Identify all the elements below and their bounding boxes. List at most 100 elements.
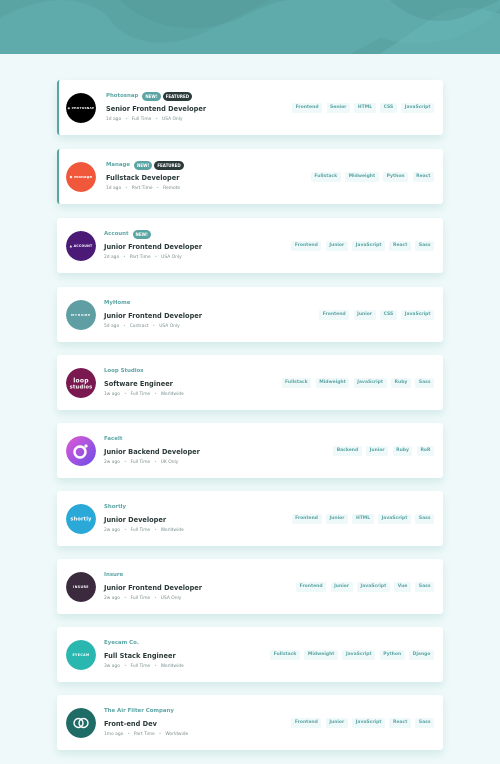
tag-filter-button[interactable]: Junior <box>353 310 376 320</box>
job-position[interactable]: Junior Frontend Developer <box>104 584 202 592</box>
svg-text:loop: loop <box>73 378 89 385</box>
job-posted: 2w ago <box>104 460 120 465</box>
tag-filter-button[interactable]: Frontend <box>319 310 350 320</box>
account-logo-icon: ▲ ACCOUNT <box>66 231 96 261</box>
tag-filter-button[interactable]: Frontend <box>296 582 327 592</box>
tag-filter-button[interactable]: HTML <box>354 103 376 113</box>
job-position[interactable]: Junior Backend Developer <box>104 448 200 456</box>
job-posted: 1w ago <box>104 392 120 397</box>
tag-filter-button[interactable]: Vue <box>394 582 411 592</box>
tag-filter-button[interactable]: React <box>412 172 434 182</box>
tag-filter-button[interactable]: Django <box>409 650 434 660</box>
job-card[interactable]: FaceIt Junior Backend Developer 2w ago • Ful… <box>57 423 443 478</box>
tag-filter-button[interactable]: Frontend <box>291 514 322 524</box>
job-card[interactable]: EYECAM Eyecam Co. Full Stack Engineer 3w ag… <box>57 627 443 682</box>
job-position[interactable]: Junior Frontend Developer <box>104 243 202 251</box>
company-name[interactable]: MyHome <box>104 300 130 306</box>
tag-filter-button[interactable]: Sass <box>415 514 434 524</box>
separator-dot: • <box>152 324 156 329</box>
company-name[interactable]: Manage <box>106 162 130 168</box>
job-meta: 2w ago • Full Time • Worldwide <box>104 528 184 533</box>
job-card[interactable]: ◉ PHOTOSNAP Photosnap NEW! FEATURED Senior F… <box>57 80 443 135</box>
job-card[interactable]: shortly Shortly Junior Developer 2w ago • Ful… <box>57 491 443 546</box>
tag-filter-button[interactable]: Sass <box>415 378 434 388</box>
job-info: The Air Filter Company Front-end Dev 1mo a… <box>104 706 188 737</box>
tag-filter-button[interactable]: HTML <box>352 514 374 524</box>
tag-filter-button[interactable]: Midweight <box>345 172 379 182</box>
tag-filter-button[interactable]: Sass <box>415 718 434 728</box>
job-tags: Sass Ruby JavaScript Midweight Fullstack <box>281 378 434 388</box>
job-contract: Full Time <box>130 460 151 465</box>
tag-filter-button[interactable]: JavaScript <box>401 310 434 320</box>
tag-filter-button[interactable]: JavaScript <box>401 103 434 113</box>
company-name[interactable]: Eyecam Co. <box>104 640 139 646</box>
job-position[interactable]: Senior Frontend Developer <box>106 105 206 113</box>
company-row: Eyecam Co. <box>104 638 184 648</box>
tag-filter-button[interactable]: Junior <box>366 446 389 456</box>
job-position[interactable]: Front-end Dev <box>104 720 188 728</box>
tag-filter-button[interactable]: Backend <box>333 446 362 456</box>
company-name[interactable]: The Air Filter Company <box>104 708 174 714</box>
job-meta: 1d ago • Full Time • USA Only <box>106 117 206 122</box>
tag-filter-button[interactable]: Ruby <box>391 378 411 388</box>
tag-filter-button[interactable]: Sass <box>415 241 434 251</box>
company-name[interactable]: Shortly <box>104 504 126 510</box>
job-meta: 3w ago • Full Time • Worldwide <box>104 664 184 669</box>
tag-filter-button[interactable]: Midweight <box>304 650 338 660</box>
tag-filter-button[interactable]: Python <box>379 650 405 660</box>
job-tags: Sass React JavaScript Junior Frontend <box>291 241 434 251</box>
job-position[interactable]: Junior Developer <box>104 516 184 524</box>
tag-filter-button[interactable]: JavaScript <box>352 241 385 251</box>
tag-filter-button[interactable]: Junior <box>325 241 348 251</box>
tag-filter-button[interactable]: JavaScript <box>357 582 390 592</box>
job-card[interactable]: MYHOME MyHome Junior Frontend Developer 5d … <box>57 287 443 342</box>
job-card[interactable]: INSURE Insure Junior Frontend Developer 2w … <box>57 559 443 614</box>
tag-filter-button[interactable]: Python <box>383 172 409 182</box>
tag-filter-button[interactable]: React <box>389 718 411 728</box>
tag-filter-button[interactable]: JavaScript <box>352 718 385 728</box>
tag-filter-button[interactable]: React <box>389 241 411 251</box>
tag-filter-button[interactable]: Junior <box>330 582 353 592</box>
tag-filter-button[interactable]: Midweight <box>315 378 350 388</box>
company-row: Manage NEW! FEATURED <box>106 160 184 170</box>
tag-filter-button[interactable]: JavaScript <box>342 650 376 660</box>
job-position[interactable]: Fullstack Developer <box>106 174 184 182</box>
company-name[interactable]: Account <box>104 231 129 237</box>
job-location: Worldwide <box>160 392 184 397</box>
company-name[interactable]: Photosnap <box>106 93 138 99</box>
job-position[interactable]: Junior Frontend Developer <box>104 312 202 320</box>
job-card[interactable]: ◆ manage Manage NEW! FEATURED Fullstack Deve… <box>57 149 443 204</box>
job-card[interactable]: loop studios Loop Studios Software Engineer… <box>57 355 443 410</box>
job-tags: JavaScript CSS HTML Senior Frontend <box>292 103 434 113</box>
tag-filter-button[interactable]: Senior <box>326 103 350 113</box>
tag-filter-button[interactable]: Junior <box>325 718 348 728</box>
tag-filter-button[interactable]: Junior <box>326 514 348 524</box>
tag-filter-button[interactable]: Frontend <box>291 241 322 251</box>
tag-filter-button[interactable]: Frontend <box>291 718 322 728</box>
tag-filter-button[interactable]: Frontend <box>292 103 323 113</box>
company-name[interactable]: Loop Studios <box>104 368 144 374</box>
company-name[interactable]: Insure <box>104 572 123 578</box>
tag-filter-button[interactable]: Fullstack <box>270 650 300 660</box>
job-meta: 1w ago • Full Time • Worldwide <box>104 392 184 397</box>
job-location: Worldwide <box>160 528 184 533</box>
company-row: Insure <box>104 570 202 580</box>
tag-filter-button[interactable]: Fullstack <box>310 172 341 182</box>
separator-dot: • <box>127 732 130 737</box>
job-position[interactable]: Software Engineer <box>104 380 184 388</box>
separator-dot: • <box>125 186 128 191</box>
tag-filter-button[interactable]: JavaScript <box>353 378 387 388</box>
company-name[interactable]: FaceIt <box>104 436 122 442</box>
tag-filter-button[interactable]: Sass <box>415 582 434 592</box>
job-contract: Full Time <box>130 528 151 533</box>
tag-filter-button[interactable]: CSS <box>380 103 397 113</box>
job-card[interactable]: The Air Filter Company Front-end Dev 1mo a… <box>57 695 443 750</box>
job-card[interactable]: ▲ ACCOUNT Account NEW! Junior Frontend Deve… <box>57 218 443 273</box>
tag-filter-button[interactable]: CSS <box>380 310 397 320</box>
tag-filter-button[interactable]: Fullstack <box>281 378 312 388</box>
loop-studios-logo-icon: loop studios <box>66 368 96 398</box>
job-position[interactable]: Full Stack Engineer <box>104 652 184 660</box>
tag-filter-button[interactable]: RoR <box>416 446 434 456</box>
tag-filter-button[interactable]: JavaScript <box>378 514 411 524</box>
tag-filter-button[interactable]: Ruby <box>392 446 413 456</box>
